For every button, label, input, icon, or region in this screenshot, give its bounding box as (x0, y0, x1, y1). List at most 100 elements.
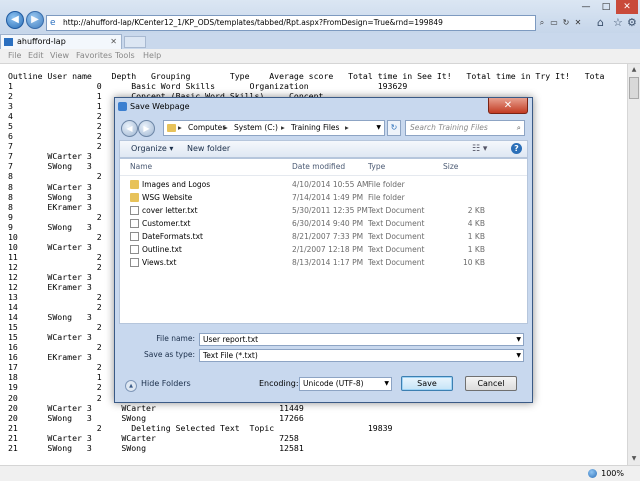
text-document-icon (130, 245, 139, 254)
save-button[interactable]: Save (401, 376, 453, 391)
new-folder-button[interactable]: New folder (187, 141, 230, 157)
dialog-search-input[interactable]: Search Training Files ⌕ (405, 120, 525, 136)
zoom-level[interactable]: 100% (588, 466, 624, 481)
home-icon[interactable]: ⌂ (597, 15, 604, 31)
encoding-select[interactable]: Unicode (UTF-8) ▼ (299, 377, 392, 391)
file-date: 8/21/2007 7:33 PM (292, 232, 364, 241)
tab-label: ahufford-lap (17, 37, 66, 46)
file-row[interactable]: cover letter.txt 5/30/2011 12:35 PM Text D… (120, 205, 527, 218)
file-size: 2 KB (467, 206, 485, 215)
save-type-dropdown-icon[interactable]: ▼ (516, 350, 521, 361)
file-size: 4 KB (467, 219, 485, 228)
breadcrumb[interactable]: ▸ Computer ▸ System (C:) ▸ Training File… (163, 120, 385, 136)
forward-button[interactable]: ▶ (26, 11, 44, 29)
back-button[interactable]: ◀ (6, 11, 24, 29)
menu-edit[interactable]: Edit (28, 49, 44, 63)
column-name[interactable]: Name (130, 159, 152, 175)
file-type: File folder (368, 193, 405, 202)
close-tab-icon[interactable]: ✕ (110, 35, 117, 49)
file-row[interactable]: Images and Logos 4/10/2014 10:55 AM File f… (120, 179, 527, 192)
file-name: DateFormats.txt (142, 232, 203, 241)
breadcrumb-dropdown-icon[interactable]: ▼ (376, 121, 381, 135)
dialog-refresh-icon[interactable]: ↻ (387, 120, 401, 136)
stop-icon[interactable]: ✕ (573, 15, 583, 31)
report-line: 21 WCarter 3 WCarter 7258 (8, 432, 299, 443)
file-type: File folder (368, 180, 405, 189)
file-type: Text Document (368, 232, 425, 241)
file-list-header: Name Date modified Type Size (120, 159, 527, 176)
file-row[interactable]: DateFormats.txt 8/21/2007 7:33 PM Text Doc… (120, 231, 527, 244)
scroll-up-icon[interactable]: ▲ (628, 64, 640, 76)
file-name-field[interactable]: User report.txt ▼ (199, 333, 524, 346)
tab-ahufford-lap[interactable]: ahufford-lap ✕ (0, 34, 122, 49)
file-type: Text Document (368, 206, 425, 215)
breadcrumb-system[interactable]: System (C:) (234, 121, 278, 135)
dialog-title: Save Webpage (130, 102, 190, 111)
file-name-label: File name: (156, 334, 195, 343)
page-icon (4, 38, 13, 46)
menu-view[interactable]: View (50, 49, 69, 63)
breadcrumb-training-files[interactable]: Training Files (291, 121, 339, 135)
command-bar: Organize ▾ New folder ☷ ▾ ? (119, 140, 528, 158)
menu-help[interactable]: Help (143, 49, 161, 63)
file-date: 7/14/2014 1:49 PM (292, 193, 364, 202)
help-icon[interactable]: ? (511, 143, 522, 154)
close-window-button[interactable]: ✕ (616, 0, 638, 14)
compat-view-icon[interactable]: ▭ (549, 15, 559, 31)
vertical-scrollbar[interactable]: ▲ ▼ (627, 64, 640, 465)
dialog-back-icon[interactable]: ◀ (121, 120, 138, 137)
encoding-dropdown-icon[interactable]: ▼ (384, 378, 389, 390)
scroll-down-icon[interactable]: ▼ (628, 453, 640, 465)
column-date-modified[interactable]: Date modified (292, 159, 345, 175)
dialog-close-button[interactable]: ✕ (488, 98, 528, 114)
new-tab-button[interactable] (124, 36, 146, 48)
file-size: 1 KB (467, 245, 485, 254)
file-row[interactable]: Customer.txt 6/30/2014 9:40 PM Text Docume… (120, 218, 527, 231)
ie-icon: e (50, 18, 56, 28)
scroll-thumb[interactable] (629, 77, 639, 99)
column-type[interactable]: Type (368, 159, 385, 175)
tools-gear-icon[interactable]: ⚙ (627, 15, 637, 31)
minimize-button[interactable]: — (576, 0, 596, 14)
file-row[interactable]: WSG Website 7/14/2014 1:49 PM File folder (120, 192, 527, 205)
text-document-icon (130, 258, 139, 267)
menu-bar: File Edit View Favorites Tools Help (0, 49, 640, 64)
file-type: Text Document (368, 219, 425, 228)
menu-file[interactable]: File (8, 49, 21, 63)
refresh-icon[interactable]: ↻ (561, 15, 571, 31)
file-name-value: User report.txt (203, 335, 259, 344)
file-date: 6/30/2014 9:40 PM (292, 219, 364, 228)
file-name-dropdown-icon[interactable]: ▼ (516, 334, 521, 345)
cancel-button[interactable]: Cancel (465, 376, 517, 391)
text-document-icon (130, 232, 139, 241)
breadcrumb-computer[interactable]: Computer (188, 121, 225, 135)
file-name: Images and Logos (142, 180, 211, 189)
maximize-button[interactable]: □ (597, 0, 615, 14)
view-options-icon[interactable]: ☷ ▾ (472, 141, 487, 157)
organize-button[interactable]: Organize ▾ (131, 141, 173, 157)
menu-tools[interactable]: Tools (115, 49, 135, 63)
encoding-value: Unicode (UTF-8) (303, 379, 364, 388)
search-icon: ⌕ (516, 123, 521, 132)
address-bar[interactable]: e http://ahufford-lap/KCenter12_1/KP_ODS… (46, 15, 536, 31)
address-text: http://ahufford-lap/KCenter12_1/KP_ODS/t… (63, 18, 443, 27)
save-webpage-dialog: Save Webpage ✕ ◀ ▶ ▸ Computer ▸ System (… (114, 97, 533, 403)
report-line: 21 2 Deleting Selected Text Topic 19839 (8, 422, 393, 433)
save-type-label: Save as type: (144, 350, 195, 359)
browser-toolbar: ◀ ▶ e http://ahufford-lap/KCenter12_1/KP… (0, 0, 640, 33)
file-row[interactable]: Views.txt 8/13/2014 1:17 PM Text Document 1… (120, 257, 527, 270)
favorites-star-icon[interactable]: ☆ (613, 15, 623, 31)
save-type-select[interactable]: Text File (*.txt) ▼ (199, 349, 524, 362)
file-name: Views.txt (142, 258, 177, 267)
folder-icon (167, 124, 176, 132)
column-size[interactable]: Size (443, 159, 458, 175)
search-dropdown-icon[interactable]: ⌕ (537, 15, 547, 31)
file-row[interactable]: Outline.txt 2/1/2007 12:18 PM Text Documen… (120, 244, 527, 257)
menu-favorites[interactable]: Favorites (76, 49, 112, 63)
file-date: 2/1/2007 12:18 PM (292, 245, 364, 254)
file-list: Name Date modified Type Size Images and … (119, 158, 528, 324)
folder-icon (130, 180, 139, 189)
report-line: 20 SWong 3 SWong 17266 (8, 412, 304, 423)
dialog-forward-icon[interactable]: ▶ (138, 120, 155, 137)
hide-folders-button[interactable]: Hide Folders (125, 377, 191, 392)
